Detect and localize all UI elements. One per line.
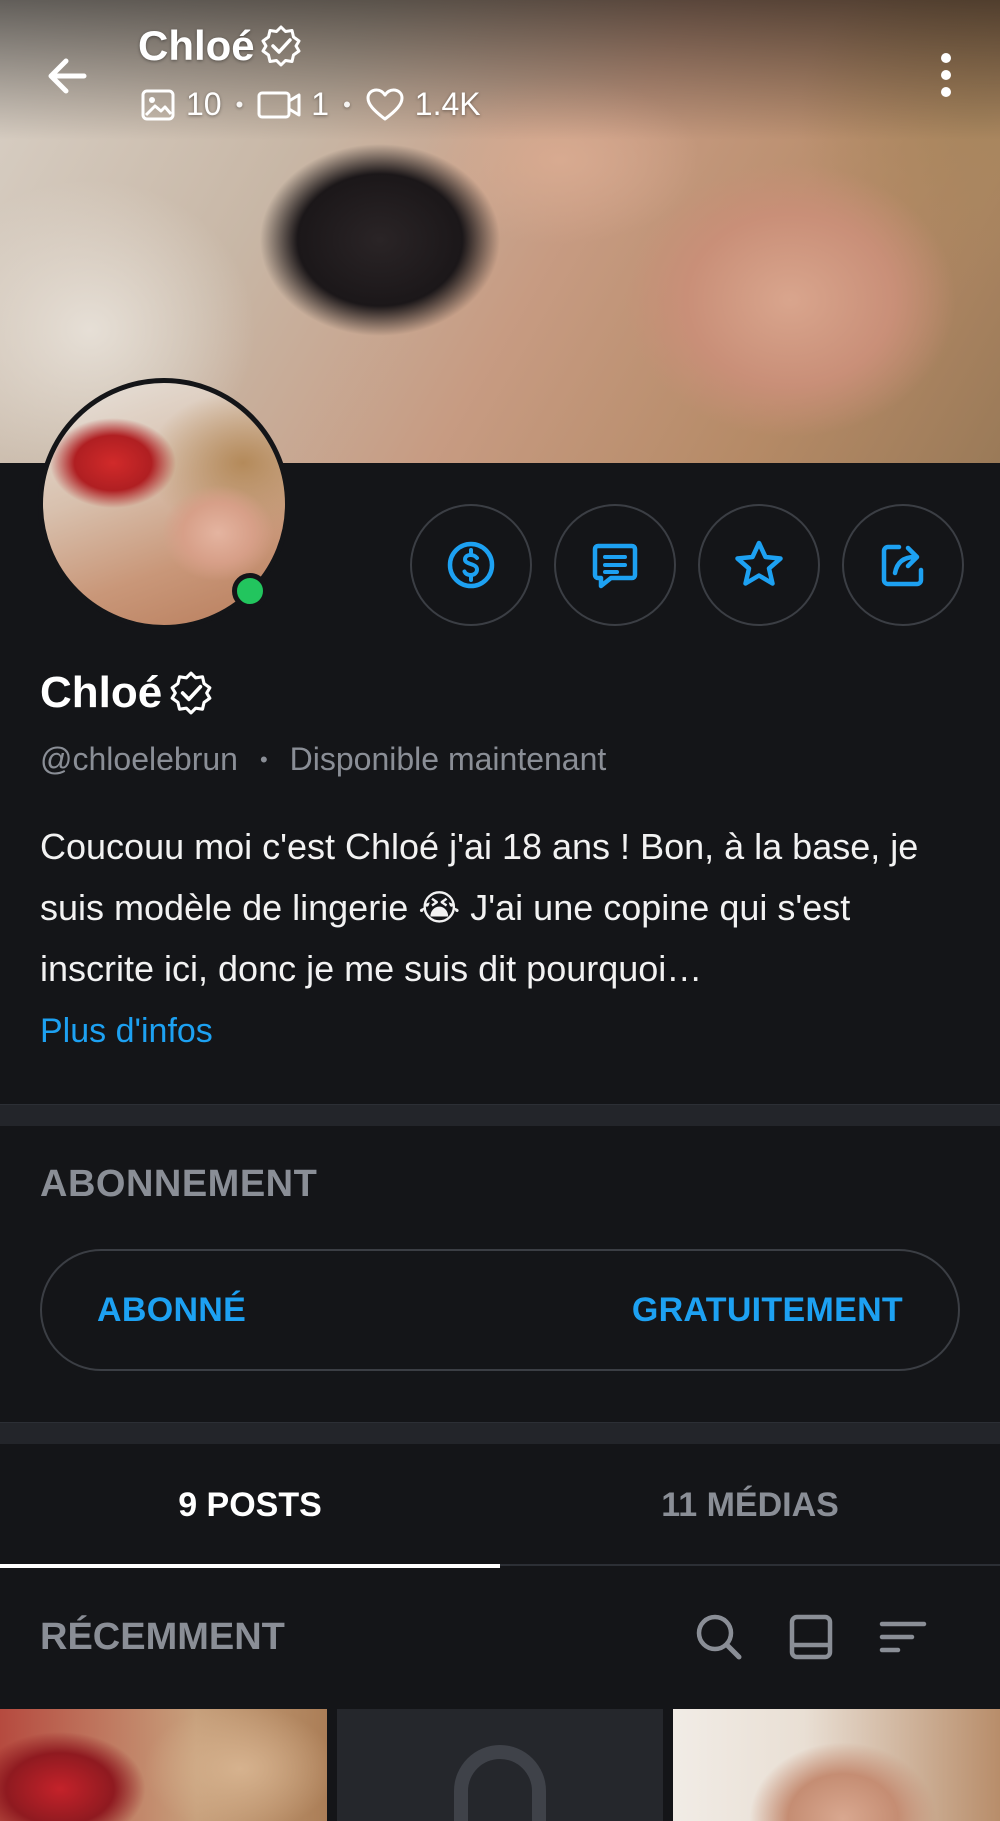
message-icon bbox=[592, 543, 638, 589]
feed-tools bbox=[690, 1608, 932, 1666]
likes-count: 1.4K bbox=[414, 86, 481, 122]
more-info-link[interactable]: Plus d'infos bbox=[40, 1012, 213, 1051]
stats-separator: • bbox=[343, 91, 351, 117]
sort-icon bbox=[879, 1621, 927, 1653]
layout-icon bbox=[789, 1614, 833, 1660]
tip-button[interactable] bbox=[410, 504, 532, 626]
subscription-button[interactable]: ABONNÉ GRATUITEMENT bbox=[40, 1249, 960, 1371]
more-options-button[interactable] bbox=[930, 50, 962, 100]
back-button[interactable] bbox=[40, 48, 96, 104]
profile-handle: @chloelebrun bbox=[40, 741, 238, 777]
profile-actions bbox=[410, 504, 964, 626]
tab-media[interactable]: 11 MÉDIAS bbox=[500, 1444, 1000, 1566]
sort-button[interactable] bbox=[874, 1608, 932, 1666]
layout-toggle-button[interactable] bbox=[782, 1608, 840, 1666]
profile-bio: Coucouu moi c'est Chloé j'ai 18 ans ! Bo… bbox=[40, 826, 919, 989]
more-vertical-icon bbox=[941, 53, 951, 97]
verified-badge-icon bbox=[170, 671, 212, 715]
handle-status-line: @chloelebrun • Disponible maintenant bbox=[40, 741, 606, 778]
recent-heading: RÉCEMMENT bbox=[40, 1616, 285, 1658]
content-tabs: 9 POSTS 11 MÉDIAS bbox=[0, 1444, 1000, 1568]
image-icon bbox=[141, 89, 175, 120]
photos-count: 10 bbox=[186, 86, 222, 122]
search-button[interactable] bbox=[690, 1608, 748, 1666]
media-thumbnail[interactable] bbox=[0, 1709, 327, 1821]
lock-icon bbox=[454, 1745, 546, 1821]
star-icon bbox=[735, 540, 783, 586]
availability-status: Disponible maintenant bbox=[289, 741, 607, 777]
stats-separator: • bbox=[235, 91, 244, 117]
profile-name: Chloé bbox=[40, 668, 214, 718]
message-button[interactable] bbox=[554, 504, 676, 626]
video-camera-icon bbox=[257, 91, 301, 118]
verified-badge-icon bbox=[261, 25, 301, 67]
media-thumbnail[interactable] bbox=[673, 1709, 1000, 1821]
subscription-price-label: GRATUITEMENT bbox=[631, 1290, 903, 1329]
search-icon bbox=[696, 1614, 742, 1660]
favorite-button[interactable] bbox=[698, 504, 820, 626]
share-icon bbox=[881, 544, 924, 587]
locked-media-thumbnail[interactable] bbox=[336, 1709, 664, 1821]
videos-stat: 1 bbox=[257, 86, 329, 123]
tab-posts[interactable]: 9 POSTS bbox=[0, 1444, 500, 1568]
arrow-left-icon bbox=[48, 58, 87, 94]
header-name: Chloé bbox=[138, 22, 255, 69]
heart-icon bbox=[366, 88, 404, 120]
tip-icon bbox=[447, 541, 495, 589]
videos-count: 1 bbox=[311, 86, 330, 122]
profile-page: Chloé 10 • 1 • 1.4K Chloé @chloelebrun •… bbox=[0, 0, 1000, 1821]
section-divider bbox=[0, 1422, 1000, 1444]
header-title: Chloé bbox=[138, 22, 303, 70]
handle-separator: • bbox=[259, 746, 268, 772]
online-status-indicator bbox=[232, 573, 268, 609]
header-stats: 10 • 1 • 1.4K bbox=[140, 86, 481, 123]
section-divider bbox=[0, 1104, 1000, 1126]
subscription-status-label: ABONNÉ bbox=[97, 1290, 247, 1329]
share-button[interactable] bbox=[842, 504, 964, 626]
media-grid bbox=[0, 1709, 1000, 1821]
top-bar: Chloé 10 • 1 • 1.4K bbox=[0, 0, 1000, 130]
subscription-heading: ABONNEMENT bbox=[40, 1163, 318, 1205]
likes-stat: 1.4K bbox=[365, 86, 481, 123]
profile-display-name: Chloé bbox=[40, 668, 163, 717]
photos-stat: 10 bbox=[140, 86, 222, 123]
